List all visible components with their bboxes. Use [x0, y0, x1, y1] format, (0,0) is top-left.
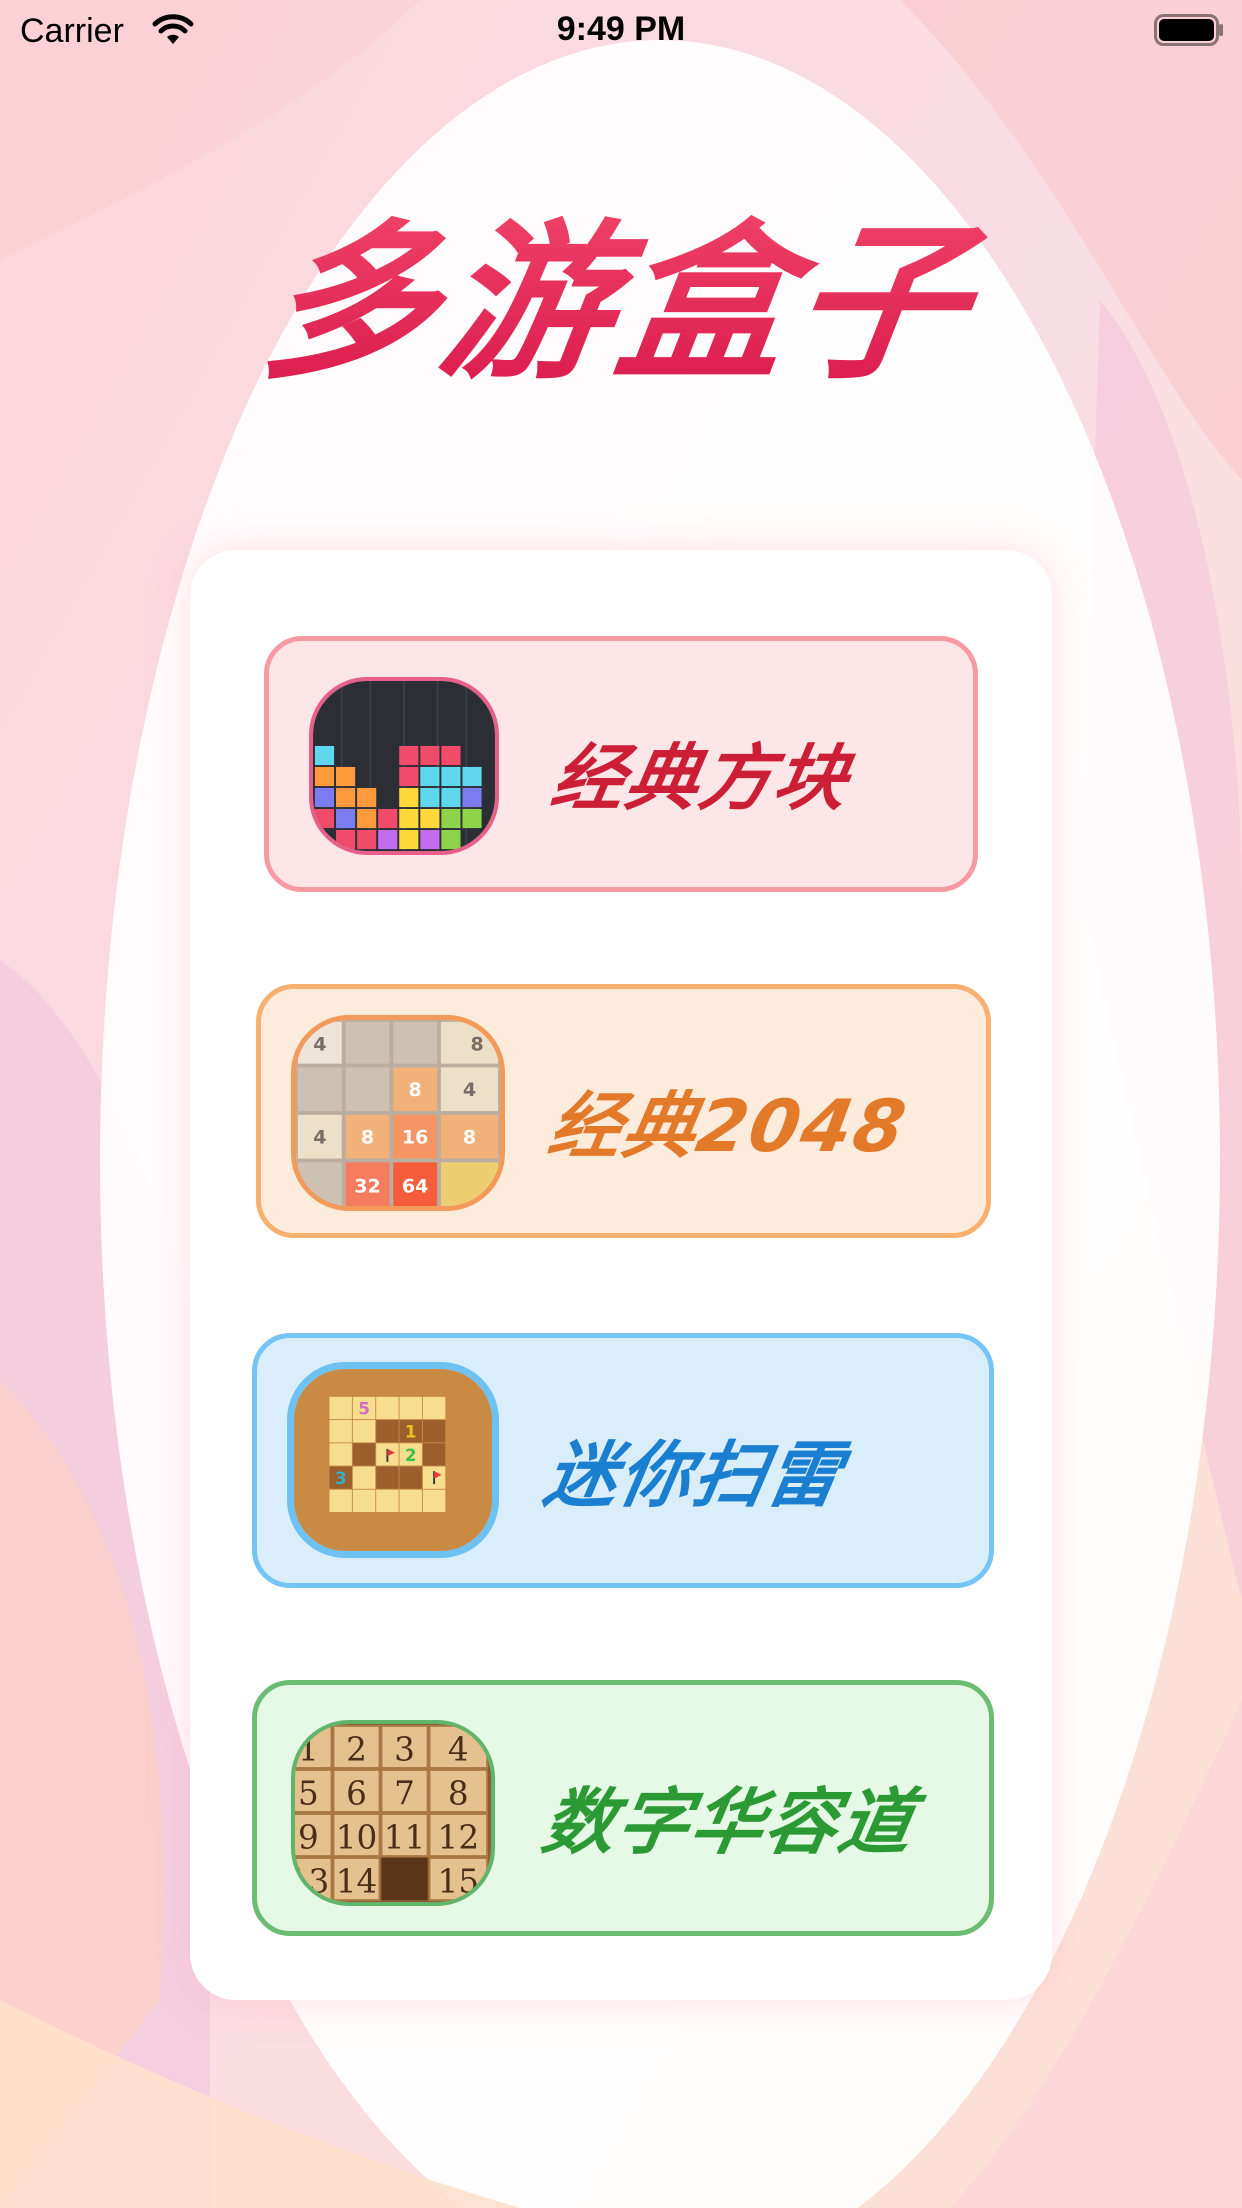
slide-tile: 9	[298, 1818, 319, 1856]
app-title: 多游盒子	[0, 165, 1242, 411]
game-button-block-puzzle[interactable]: 经典方块	[264, 636, 978, 892]
battery-icon	[1154, 14, 1223, 46]
number-slide-puzzle-icon: 1 2 3 4 5 6 7 8 9 10 11 12 13 14 15	[291, 1720, 495, 1906]
tile-2048-4: 4	[313, 1033, 326, 1055]
slide-tile: 2	[346, 1730, 367, 1768]
tile-2048-64: 64	[402, 1176, 429, 1198]
slide-tile: 8	[448, 1774, 469, 1812]
game-button-2048[interactable]: 4 8 8 4 4 8 16 8 32 64 经典2048	[256, 984, 991, 1238]
slide-tile: 12	[438, 1818, 480, 1856]
tile-2048-32: 32	[354, 1176, 381, 1198]
tile-2048-8: 8	[409, 1079, 422, 1101]
slide-tile: 7	[394, 1774, 415, 1812]
block-puzzle-icon	[309, 677, 499, 855]
slide-tile: 1	[298, 1730, 319, 1768]
mine-count-2: 2	[405, 1445, 417, 1465]
tile-2048-4: 4	[463, 1079, 476, 1101]
slide-tile: 13	[295, 1862, 329, 1900]
slide-tile: 15	[438, 1862, 480, 1900]
mine-count-3: 3	[335, 1468, 347, 1488]
clock: 9:49 PM	[556, 10, 686, 48]
mine-count-1: 1	[405, 1422, 417, 1442]
mine-count-5: 5	[358, 1399, 370, 1419]
game-2048-icon: 4 8 8 4 4 8 16 8 32 64	[291, 1015, 505, 1211]
tile-2048-4: 4	[313, 1126, 326, 1148]
slide-tile: 10	[336, 1818, 378, 1856]
minesweeper-icon: 5 1 2 3	[287, 1362, 499, 1558]
slide-tile: 11	[384, 1818, 426, 1856]
tile-2048-8: 8	[361, 1126, 374, 1148]
game-label-number-slide: 数字华容道	[536, 1780, 922, 1864]
game-label-2048: 经典2048	[542, 1084, 914, 1168]
slide-tile: 4	[448, 1730, 469, 1768]
slide-tile: 14	[336, 1862, 378, 1900]
game-button-number-slide[interactable]: 1 2 3 4 5 6 7 8 9 10 11 12 13 14 15 数字华容…	[252, 1680, 994, 1936]
tile-2048-8: 8	[463, 1126, 476, 1148]
status-bar: Carrier 9:49 PM	[0, 0, 1242, 62]
game-button-minesweeper[interactable]: 5 1 2 3 迷你扫雷	[252, 1333, 994, 1588]
slide-tile: 6	[346, 1774, 367, 1812]
game-label-block-puzzle: 经典方块	[545, 736, 857, 820]
tile-2048-8: 8	[470, 1033, 483, 1055]
tile-2048-16: 16	[402, 1126, 429, 1148]
slide-tile: 5	[298, 1774, 319, 1812]
slide-tile: 3	[394, 1730, 415, 1768]
game-label-minesweeper: 迷你扫雷	[538, 1433, 850, 1517]
